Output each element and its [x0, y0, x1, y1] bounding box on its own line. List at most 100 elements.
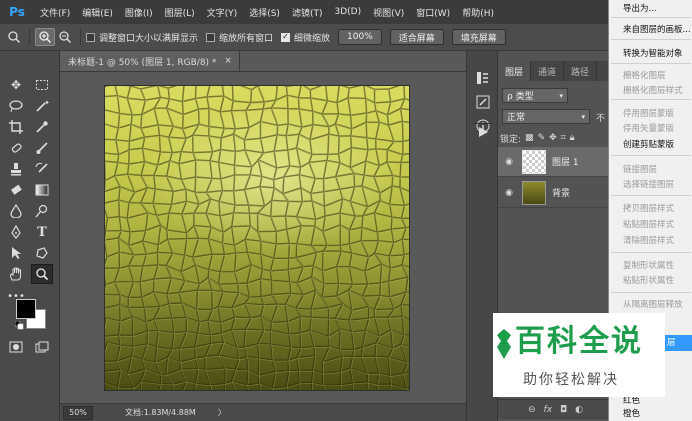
menu-item-disable-vector-mask: 停用矢量蒙版: [623, 124, 675, 134]
status-bar: 50% 文档:1.83M/4.88M 〉: [60, 403, 466, 421]
zoom-100-button[interactable]: 100%: [338, 29, 382, 45]
menu-window[interactable]: 窗口(W): [410, 6, 456, 19]
layer-filter-label: ρ 类型: [507, 92, 534, 102]
status-menu-arrow-icon[interactable]: 〉: [218, 407, 226, 418]
menu-edit[interactable]: 编辑(E): [76, 6, 119, 19]
history-panel-icon[interactable]: [473, 69, 493, 87]
zoom-all-windows-label: 缩放所有窗口: [219, 33, 274, 44]
zoom-in-icon[interactable]: [35, 28, 55, 46]
brush-tool-icon[interactable]: [31, 138, 53, 158]
watermark-logo-icon: [497, 329, 511, 359]
menu-view[interactable]: 视图(V): [367, 6, 410, 19]
type-tool-icon[interactable]: T: [31, 222, 53, 242]
menu-layer[interactable]: 图层(L): [159, 6, 201, 19]
menu-image[interactable]: 图像(I): [119, 6, 159, 19]
divider: [611, 63, 691, 64]
chevron-down-icon: ▾: [581, 112, 585, 121]
lock-all-icon[interactable]: 🔒︎: [570, 133, 575, 143]
layer-name: 图层 1: [552, 158, 579, 168]
layer-filter-dropdown[interactable]: ρ 类型 ▾: [502, 88, 568, 103]
zoom-out-icon[interactable]: [55, 28, 75, 46]
scrubby-zoom-checkbox[interactable]: ✓ 细微缩放: [281, 31, 330, 44]
menu-help[interactable]: 帮助(H): [456, 6, 500, 19]
eyedropper-tool-icon[interactable]: [31, 117, 53, 137]
path-selection-tool-icon[interactable]: [5, 243, 27, 263]
tab-channels[interactable]: 通道: [531, 61, 565, 81]
blend-mode-dropdown[interactable]: 正常 ▾: [502, 109, 590, 124]
adjustment-layer-icon[interactable]: ◐: [575, 405, 583, 415]
lock-artboard-icon[interactable]: ⌗: [561, 133, 566, 143]
menu-item-highlighted[interactable]: 层: [667, 339, 676, 348]
watermark-subtitle: 助你轻松解决: [523, 372, 619, 388]
properties-panel-icon[interactable]: [473, 93, 493, 111]
quick-mask-icon[interactable]: [5, 337, 27, 357]
hand-tool-icon[interactable]: [5, 264, 27, 284]
default-colors-icon[interactable]: [14, 320, 24, 330]
menu-item-artboard-from-layers[interactable]: 来自图层的画板...: [623, 26, 691, 35]
crop-tool-icon[interactable]: [5, 117, 27, 137]
lock-transparent-icon[interactable]: ▩: [525, 133, 534, 143]
tab-paths[interactable]: 路径: [564, 61, 598, 81]
layer-row-background[interactable]: ◉ 背景: [498, 178, 608, 208]
marquee-tool-icon[interactable]: [31, 75, 53, 95]
tab-layers[interactable]: 图层: [498, 61, 532, 81]
menu-bar: Ps 文件(F) 编辑(E) 图像(I) 图层(L) 文字(Y) 选择(S) 滤…: [0, 0, 692, 24]
magic-wand-tool-icon[interactable]: ✦: [31, 96, 53, 116]
lock-position-icon[interactable]: ✥: [549, 133, 557, 143]
menu-type[interactable]: 文字(Y): [201, 6, 244, 19]
photoshop-logo: Ps: [9, 5, 25, 19]
document-info[interactable]: 文档:1.83M/4.88M: [125, 407, 196, 418]
zoom-tool-preset-icon[interactable]: [4, 28, 24, 46]
layer-row-layer1[interactable]: ◉ 图层 1: [498, 147, 608, 177]
document-tab[interactable]: 未标题-1 @ 50% (图层 1, RGB/8) * ×: [60, 51, 240, 71]
menu-item-export-as[interactable]: 导出为...: [623, 5, 657, 14]
pen-tool-icon[interactable]: [5, 222, 27, 242]
lock-row: 锁定: ▩ ✎ ✥ ⌗ 🔒︎: [500, 131, 608, 145]
scrubby-zoom-label: 细微缩放: [294, 33, 331, 44]
visibility-eye-icon[interactable]: ◉: [498, 157, 520, 167]
layer-thumbnail: [522, 180, 546, 205]
menu-select[interactable]: 选择(S): [243, 6, 286, 19]
menu-item-red[interactable]: 红色: [623, 397, 640, 406]
eraser-tool-icon[interactable]: [5, 180, 27, 200]
screen-mode-icon[interactable]: [31, 337, 53, 357]
foreground-color-swatch[interactable]: [16, 299, 36, 319]
resize-windows-checkbox[interactable]: 调整窗口大小以满屏显示: [86, 31, 198, 44]
lock-pixels-icon[interactable]: ✎: [538, 133, 546, 143]
dodge-tool-icon[interactable]: [31, 201, 53, 221]
zoom-all-windows-checkbox[interactable]: 缩放所有窗口: [206, 31, 273, 44]
fit-screen-button[interactable]: 适合屏幕: [389, 29, 444, 45]
checkbox-unchecked-icon: [86, 32, 95, 42]
gradient-tool-icon[interactable]: [31, 180, 53, 200]
fx-icon[interactable]: fx: [544, 405, 553, 415]
history-brush-tool-icon[interactable]: [31, 159, 53, 179]
menu-item-copy-layer-style: 拷贝图层样式: [623, 204, 675, 214]
image-canvas[interactable]: [104, 85, 410, 391]
clone-stamp-tool-icon[interactable]: [5, 159, 27, 179]
healing-brush-tool-icon[interactable]: [5, 138, 27, 158]
menu-item-orange[interactable]: 橙色: [623, 410, 640, 419]
actions-panel-icon[interactable]: [473, 123, 493, 141]
menu-filter[interactable]: 滤镜(T): [286, 6, 329, 19]
zoom-level-field[interactable]: 50%: [63, 405, 93, 420]
menu-3d[interactable]: 3D(D): [328, 7, 367, 17]
menu-item-release-from-isolation: 从隔离图层释放: [623, 300, 683, 310]
blur-tool-icon[interactable]: [5, 201, 27, 221]
move-tool-icon[interactable]: ✥: [5, 75, 27, 95]
add-mask-icon[interactable]: ◘: [560, 405, 567, 415]
zoom-tool-icon[interactable]: [31, 264, 53, 284]
fill-screen-button[interactable]: 填充屏幕: [451, 29, 506, 45]
divider: [611, 252, 691, 253]
menu-item-clear-layer-style: 清除图层样式: [623, 236, 675, 246]
close-tab-icon[interactable]: ×: [224, 56, 232, 66]
menu-item-create-clipping-mask[interactable]: 创建剪贴蒙版: [623, 141, 674, 150]
menu-file[interactable]: 文件(F): [34, 6, 76, 19]
divider: [60, 71, 466, 72]
link-layers-icon[interactable]: ⊖: [528, 405, 536, 415]
visibility-eye-icon[interactable]: ◉: [498, 188, 520, 198]
lasso-tool-icon[interactable]: [5, 96, 27, 116]
menu-item-paste-shape-attributes: 粘贴形状属性: [623, 276, 675, 286]
options-bar: 调整窗口大小以满屏显示 缩放所有窗口 ✓ 细微缩放 100% 适合屏幕 填充屏幕: [0, 24, 692, 51]
menu-item-convert-smart-object[interactable]: 转换为智能对象: [623, 50, 683, 59]
custom-shape-tool-icon[interactable]: [31, 243, 53, 263]
